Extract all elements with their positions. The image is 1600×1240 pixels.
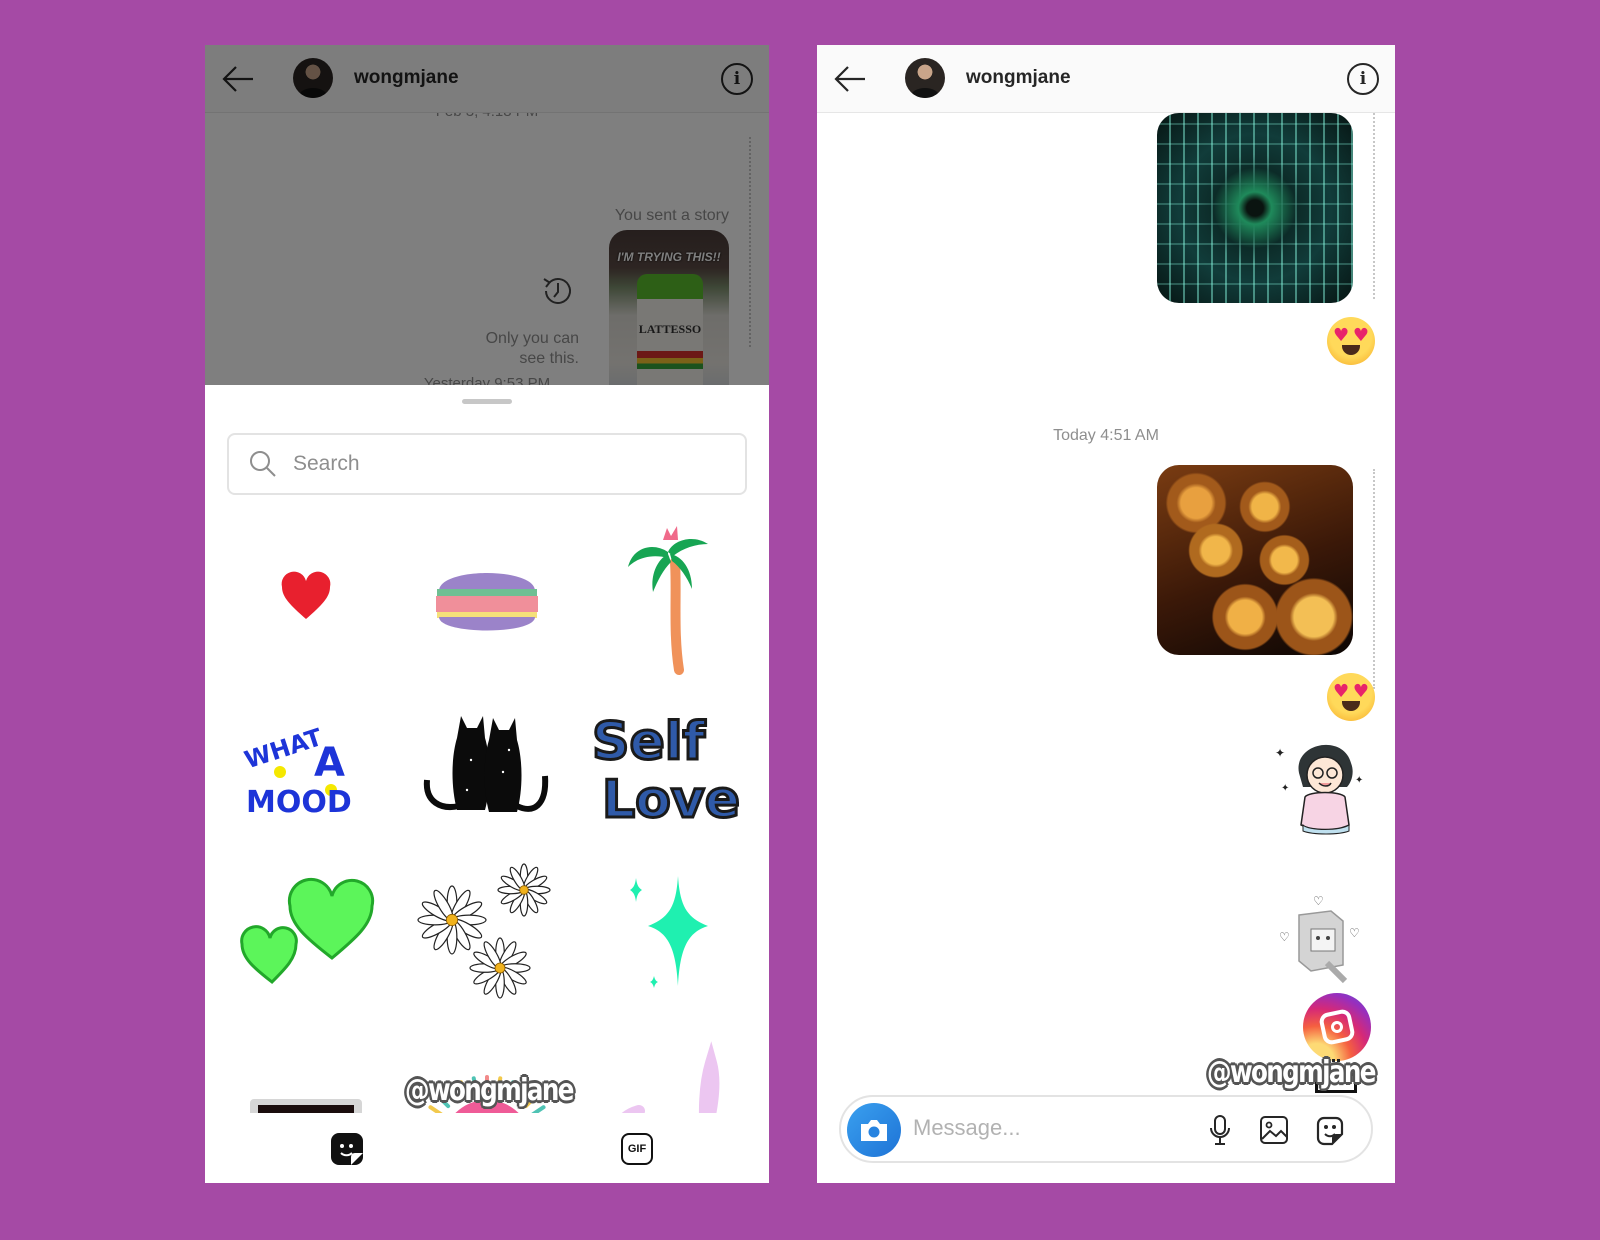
what-a-mood-icon: WHAT A MOOD (241, 723, 352, 820)
sticker-text: Self (592, 712, 707, 772)
timestamp: Today 4:51 AM (1053, 427, 1159, 444)
shared-post-neon-tunnel[interactable] (1157, 113, 1353, 303)
svg-text:✦: ✦ (1275, 746, 1285, 760)
daisy-flower (469, 937, 531, 999)
sticker-daisies[interactable] (396, 849, 577, 1017)
dim-overlay[interactable] (205, 45, 769, 385)
microphone-icon (1210, 1115, 1230, 1145)
sticker-text: Love (602, 770, 740, 830)
late-clock-icon: LATE (249, 1099, 362, 1113)
palm-tree-icon (628, 526, 709, 675)
tab-stickers[interactable] (331, 1133, 363, 1165)
sticker-icon (340, 1144, 363, 1165)
heart-eyes-emoji[interactable] (1327, 673, 1375, 721)
sticker-text: TAP (457, 1111, 518, 1113)
sticker-red-heart[interactable] (215, 513, 396, 681)
sheet-grabber[interactable] (462, 399, 512, 404)
daisy-flower (497, 863, 551, 917)
sticker-self-love[interactable]: Self Love (578, 681, 759, 849)
sticker-text: A (314, 740, 345, 786)
self-love-icon: Self Love (591, 711, 742, 832)
message-input[interactable] (913, 1115, 1193, 1141)
sparkle-icon (630, 876, 709, 988)
avatar[interactable] (905, 58, 945, 98)
sticker-green-hearts[interactable] (215, 849, 396, 1017)
camera-icon (861, 1120, 887, 1141)
username[interactable]: wongmjane (966, 67, 1071, 89)
instagram-logo-icon (1303, 993, 1371, 1061)
cool-script-icon (622, 1041, 720, 1113)
black-cats-icon (423, 716, 549, 812)
right-screen: wongmjane i Today 4:51 AM You replied to… (817, 45, 1395, 1183)
thread-divider (1373, 469, 1375, 689)
sticker-girl-blushing[interactable]: ✦ ✦ ✦ (1269, 733, 1369, 838)
sticker-palm-tree[interactable] (578, 513, 759, 681)
daisies-icon (417, 863, 551, 999)
sticker-text: MOOD (246, 785, 352, 820)
message-thread: Today 4:51 AM You replied to their post … (817, 113, 1395, 1183)
sticker-burger[interactable] (396, 513, 577, 681)
sticker-what-a-mood[interactable]: WHAT A MOOD (215, 681, 396, 849)
tab-gif[interactable]: GIF (621, 1133, 653, 1165)
search-input[interactable] (293, 452, 673, 476)
sticker-text: LATE (270, 1110, 342, 1113)
green-hearts-icon (239, 877, 374, 984)
sticker-black-cats[interactable] (396, 681, 577, 849)
sticker-button[interactable] (1313, 1113, 1347, 1147)
svg-text:✦: ✦ (1355, 775, 1363, 786)
svg-text:♡: ♡ (1349, 926, 1360, 940)
svg-text:✦: ✦ (1281, 783, 1289, 794)
heart-eyes-emoji[interactable] (1327, 317, 1375, 365)
shared-post-egg-tarts[interactable] (1157, 465, 1353, 655)
sun-ray (531, 1105, 546, 1113)
sticker-grid: WHAT A MOOD Self Love (215, 513, 759, 1113)
svg-text:♡: ♡ (1313, 894, 1324, 908)
watermark: @wongmjane (405, 1073, 574, 1108)
watermark: @wongmjane (1207, 1055, 1376, 1090)
sticker-computer-hearts[interactable]: ♡ ♡ ♡ (1275, 893, 1365, 988)
svg-text:♡: ♡ (1279, 930, 1290, 944)
sticker-icon (1316, 1116, 1344, 1146)
heart-icon (281, 571, 331, 619)
search-icon (250, 451, 276, 477)
daisy-flower (417, 885, 487, 955)
back-arrow-icon[interactable] (833, 63, 867, 95)
thread-divider (1373, 113, 1375, 299)
microphone-button[interactable] (1203, 1113, 1237, 1147)
info-icon[interactable]: i (1347, 63, 1379, 95)
left-screen: wongmjane i Feb 3, 4:18 PM You sent a st… (205, 45, 769, 1183)
sticker-cool-script[interactable] (578, 1017, 759, 1113)
image-icon (1260, 1116, 1288, 1144)
neon-lines (1157, 113, 1353, 303)
sticker-late-clock[interactable]: LATE (215, 1017, 396, 1113)
chat-header: wongmjane i (817, 45, 1395, 113)
gallery-button[interactable] (1257, 1113, 1291, 1147)
sticker-sparkle[interactable] (578, 849, 759, 1017)
message-composer (839, 1095, 1373, 1163)
sun-ray (428, 1105, 443, 1113)
sticker-sheet-tabs: GIF (205, 1115, 769, 1183)
sticker-sheet: WHAT A MOOD Self (205, 385, 769, 1183)
sticker-search-field[interactable] (227, 433, 747, 495)
burger-icon (435, 573, 538, 631)
camera-button[interactable] (847, 1103, 901, 1157)
